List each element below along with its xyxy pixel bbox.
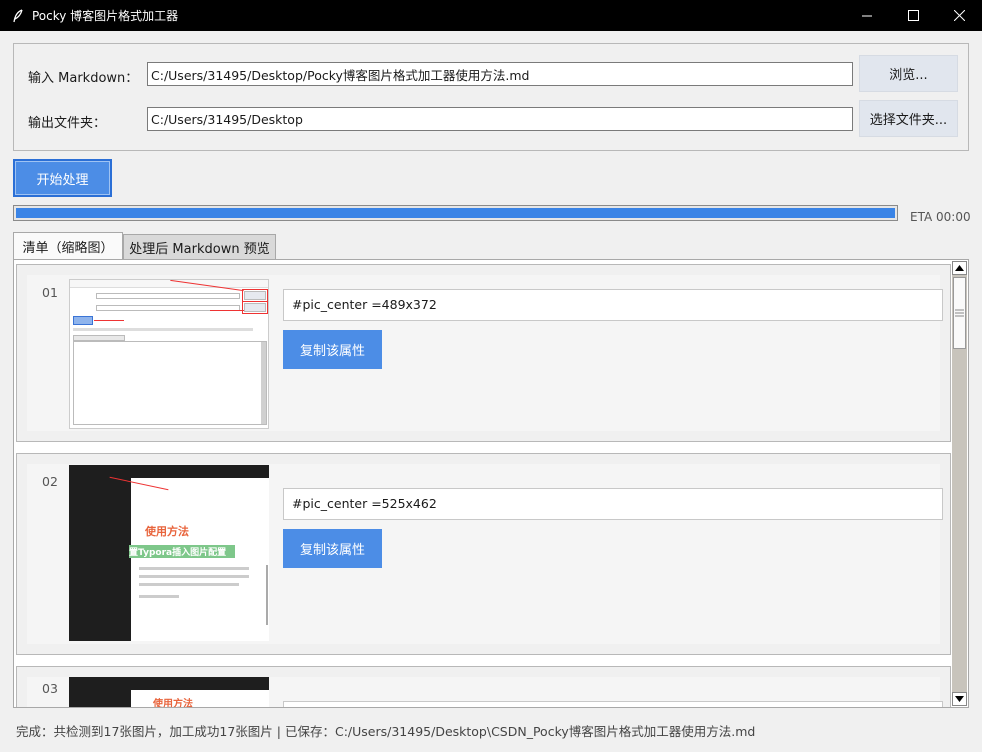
copy-attribute-button[interactable]: 复制该属性 (283, 330, 382, 369)
title-bar: Pocky 博客图片格式加工器 (0, 0, 982, 31)
eta-label: ETA 00:00 (910, 210, 971, 224)
browse-button[interactable]: 浏览... (859, 55, 958, 92)
progress-fill (16, 208, 895, 218)
thumbnail-list-panel: 01 #pic_center =489x372 复制该属性 02 使用方法 置T… (13, 259, 969, 708)
copy-attribute-button[interactable]: 复制该属性 (283, 529, 382, 568)
io-group: 输入 Markdown： 浏览... 输出文件夹： 选择文件夹... (13, 43, 969, 151)
tab-markdown-preview[interactable]: 处理后 Markdown 预览 (123, 234, 276, 259)
attribute-field[interactable] (283, 701, 943, 707)
typora-config-thumb-text: 置Typora插入图片配置 (129, 545, 235, 558)
output-folder-label: 输出文件夹： (28, 116, 107, 131)
item-number: 03 (42, 681, 58, 696)
scroll-up-button[interactable] (952, 261, 967, 275)
usage-thumb-text: 使用方法 (153, 699, 193, 708)
progress-bar (13, 205, 898, 221)
attribute-field[interactable]: #pic_center =525x462 (283, 488, 943, 520)
status-text: 完成：共检测到17张图片，加工成功17张图片 | 已保存：C:/Users/31… (16, 724, 756, 739)
attribute-field[interactable]: #pic_center =489x372 (283, 289, 943, 321)
item-number: 01 (42, 285, 58, 300)
close-button[interactable] (936, 0, 982, 31)
feather-icon (10, 8, 26, 24)
minimize-button[interactable] (844, 0, 890, 31)
grip-icon (955, 309, 964, 317)
thumbnail-image: 使用方法 (69, 677, 269, 708)
tab-thumbnail-list[interactable]: 清单（缩略图） (13, 232, 123, 260)
main-frame: 输入 Markdown： 浏览... 输出文件夹： 选择文件夹... 开始处理 … (0, 31, 982, 752)
thumbnail-image (69, 279, 269, 429)
output-folder-field[interactable] (147, 107, 853, 131)
triangle-up-icon (955, 265, 964, 271)
list-item: 03 使用方法 (16, 666, 951, 708)
list-item: 02 使用方法 置Typora插入图片配置 #pic_center =525x4… (16, 453, 951, 655)
start-processing-button[interactable]: 开始处理 (13, 159, 112, 197)
list-item: 01 #pic_center =489x372 复制该属性 (16, 264, 951, 442)
maximize-icon (907, 10, 919, 21)
scrollbar-thumb[interactable] (953, 277, 966, 349)
minimize-icon (861, 15, 872, 17)
usage-thumb-text: 使用方法 (145, 525, 189, 538)
close-icon (953, 10, 965, 21)
item-number: 02 (42, 474, 58, 489)
input-markdown-label: 输入 Markdown： (28, 71, 139, 86)
scroll-down-button[interactable] (952, 692, 967, 706)
choose-folder-button[interactable]: 选择文件夹... (859, 100, 958, 137)
triangle-down-icon (955, 696, 964, 702)
thumbnail-image: 使用方法 置Typora插入图片配置 (69, 465, 269, 641)
list-scrollbar[interactable] (952, 261, 967, 706)
input-markdown-field[interactable] (147, 62, 853, 86)
maximize-button[interactable] (890, 0, 936, 31)
window-title: Pocky 博客图片格式加工器 (32, 9, 179, 23)
